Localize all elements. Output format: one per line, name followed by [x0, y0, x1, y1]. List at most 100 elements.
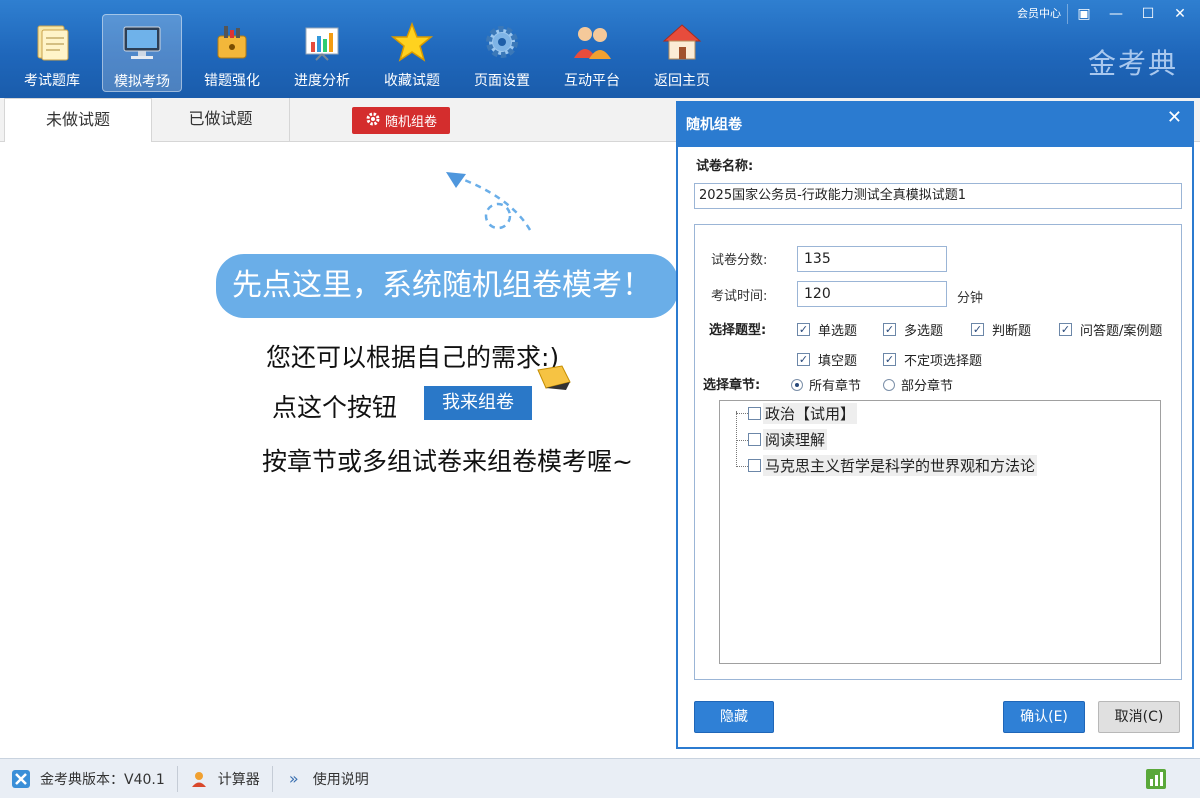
radio-all-chapters[interactable]: 所有章节: [791, 375, 861, 394]
chapter-tree: 政治【试用】 阅读理解 马克思主义哲学是科学的世界观和方法论: [719, 400, 1161, 664]
manual-button[interactable]: » 使用说明: [273, 759, 381, 798]
options-panel: 试卷分数: 135 考试时间: 120 分钟 选择题型: ✓ 单选题 ✓ 多选题 ✓…: [694, 224, 1182, 680]
close-icon[interactable]: ✕: [1164, 2, 1196, 26]
calculator-icon: [190, 770, 208, 788]
toolbar-item-mock-exam[interactable]: 模拟考场: [102, 14, 182, 92]
chapter-label-text: 政治【试用】: [763, 403, 858, 424]
lock-chart-icon: [210, 20, 254, 64]
toolbar-label: 互动平台: [564, 73, 620, 89]
confirm-button[interactable]: 确认(E): [1003, 701, 1085, 733]
checkbox-true-false[interactable]: ✓ 判断题: [971, 320, 1031, 339]
hide-button[interactable]: 隐藏: [694, 701, 774, 733]
checkbox-icon: ✓: [883, 323, 896, 336]
calculator-label: 计算器: [217, 771, 260, 788]
toolbar-item-community[interactable]: 互动平台: [552, 14, 632, 92]
time-input[interactable]: 120: [797, 281, 947, 307]
arrow-doodle-icon: [446, 172, 532, 231]
star-icon: [390, 20, 434, 64]
my-compose-button[interactable]: 我来组卷: [424, 386, 532, 420]
paper-name-input[interactable]: 2025国家公务员-行政能力测试全真模拟试题1: [694, 183, 1182, 209]
gear-icon: [480, 20, 524, 64]
version-info: 金考典版本：V40.1: [0, 759, 177, 798]
hint-line-3: 按章节或多组试卷来组卷模考喔~: [262, 447, 633, 476]
radio-icon: [883, 378, 895, 391]
question-type-label: 选择题型:: [709, 323, 767, 338]
top-toolbar: 考试题库 模拟考场 错题强化 进度分析 收藏试题 页面设置 互动平台 返回主页 …: [0, 0, 1200, 98]
monitor-icon: [120, 21, 164, 65]
chapter-label: 选择章节:: [703, 378, 761, 393]
window-controls: 会员中心 ▣ — ☐ ✕: [1011, 2, 1196, 26]
toolbar-label: 进度分析: [294, 73, 350, 89]
toolbar-item-home[interactable]: 返回主页: [642, 14, 722, 92]
time-unit: 分钟: [957, 291, 984, 306]
app-logo-icon: [12, 769, 30, 788]
checkbox-icon: [748, 433, 761, 446]
checkbox-multi-choice[interactable]: ✓ 多选题: [883, 320, 943, 339]
bar-chart-icon: [300, 20, 344, 64]
random-compose-dialog: 随机组卷 ✕ 试卷名称: 2025国家公务员-行政能力测试全真模拟试题1 试卷分…: [676, 101, 1194, 749]
chapter-label-text: 马克思主义哲学是科学的世界观和方法论: [763, 455, 1038, 476]
checkbox-fill-blank[interactable]: ✓ 填空题: [797, 350, 857, 369]
toolbar-label: 错题强化: [204, 73, 260, 89]
checkbox-icon: ✓: [1059, 323, 1072, 336]
main-toolbar: 考试题库 模拟考场 错题强化 进度分析 收藏试题 页面设置 互动平台 返回主页: [12, 14, 732, 92]
toolbar-item-favorites[interactable]: 收藏试题: [372, 14, 452, 92]
version-text: 金考典版本：V40.1: [40, 771, 165, 788]
member-center-link[interactable]: 会员中心: [1011, 4, 1068, 24]
checkbox-icon: ✓: [797, 323, 810, 336]
pencil-icon: [537, 365, 571, 390]
chapter-label-text: 阅读理解: [763, 429, 828, 450]
checkbox-icon: [748, 407, 761, 420]
checkbox-indefinite-choice[interactable]: ✓ 不定项选择题: [883, 350, 982, 369]
toolbar-item-wrong-questions[interactable]: 错题强化: [192, 14, 272, 92]
radio-label: 部分章节: [901, 379, 954, 394]
checkbox-label: 单选题: [818, 324, 858, 339]
stats-icon[interactable]: [1146, 769, 1166, 789]
checkbox-label: 问答题/案例题: [1080, 324, 1163, 339]
tree-connector: [736, 411, 737, 467]
hint-line-1: 您还可以根据自己的需求:): [266, 343, 560, 372]
dialog-title-bar: 随机组卷 ✕: [678, 103, 1192, 147]
close-icon[interactable]: ✕: [1167, 103, 1182, 133]
tree-connector: [736, 440, 748, 441]
hint-area: 先点这里，系统随机组卷模考！ 您还可以根据自己的需求:) 点这个按钮 我来组卷 …: [0, 142, 678, 758]
paper-name-label: 试卷名称:: [696, 159, 754, 174]
maximize-icon[interactable]: ☐: [1132, 2, 1164, 26]
tree-connector: [736, 466, 748, 467]
score-input[interactable]: 135: [797, 246, 947, 272]
hint-banner: 先点这里，系统随机组卷模考！: [216, 254, 678, 318]
checkbox-single-choice[interactable]: ✓ 单选题: [797, 320, 857, 339]
random-compose-button[interactable]: 随机组卷: [352, 107, 450, 134]
toolbar-label: 考试题库: [24, 73, 80, 89]
checkbox-label: 判断题: [992, 324, 1032, 339]
toolbar-item-page-settings[interactable]: 页面设置: [462, 14, 542, 92]
toolbar-item-progress[interactable]: 进度分析: [282, 14, 362, 92]
tab-undone[interactable]: 未做试题: [4, 98, 152, 143]
toolbar-item-exam-bank[interactable]: 考试题库: [12, 14, 92, 92]
status-bar: 金考典版本：V40.1 计算器 » 使用说明: [0, 758, 1200, 798]
radio-icon: [791, 378, 803, 391]
chapter-item[interactable]: 阅读理解: [748, 429, 828, 450]
chapter-item[interactable]: 马克思主义哲学是科学的世界观和方法论: [748, 455, 1038, 476]
minimize-icon[interactable]: —: [1100, 2, 1132, 26]
time-label: 考试时间:: [711, 289, 768, 304]
chapter-item[interactable]: 政治【试用】: [748, 403, 858, 424]
radio-some-chapters[interactable]: 部分章节: [883, 375, 953, 394]
score-label: 试卷分数:: [711, 253, 768, 268]
checkbox-icon: ✓: [883, 353, 896, 366]
calculator-button[interactable]: 计算器: [178, 759, 272, 798]
checkbox-icon: [748, 459, 761, 472]
gear-icon: [365, 111, 381, 131]
checkbox-icon: ✓: [797, 353, 810, 366]
checkbox-label: 填空题: [818, 354, 858, 369]
random-compose-label: 随机组卷: [384, 115, 437, 130]
checkbox-essay-case[interactable]: ✓ 问答题/案例题: [1059, 320, 1162, 339]
tab-done[interactable]: 已做试题: [152, 98, 290, 142]
cancel-button[interactable]: 取消(C): [1098, 701, 1180, 733]
manual-label: 使用说明: [312, 771, 369, 788]
tree-connector: [736, 413, 748, 414]
checkbox-icon: ✓: [971, 323, 984, 336]
restore-icon[interactable]: ▣: [1068, 2, 1100, 26]
chevron-right-icon: »: [288, 769, 299, 788]
brand-logo: 金考典: [1087, 47, 1178, 80]
